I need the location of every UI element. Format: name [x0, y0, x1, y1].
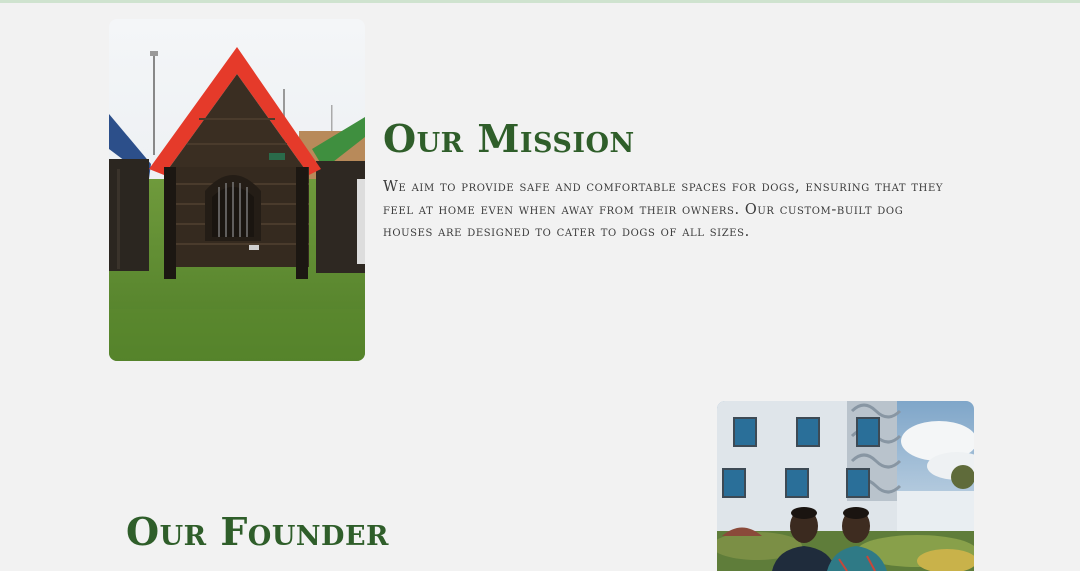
top-border — [0, 0, 1080, 3]
founder-heading: Our Founder — [126, 509, 389, 554]
founder-photo — [717, 401, 974, 571]
mission-heading: Our Mission — [383, 116, 635, 161]
dog-house-photo — [109, 19, 365, 361]
mission-description: We aim to provide safe and comfortable s… — [383, 179, 944, 240]
